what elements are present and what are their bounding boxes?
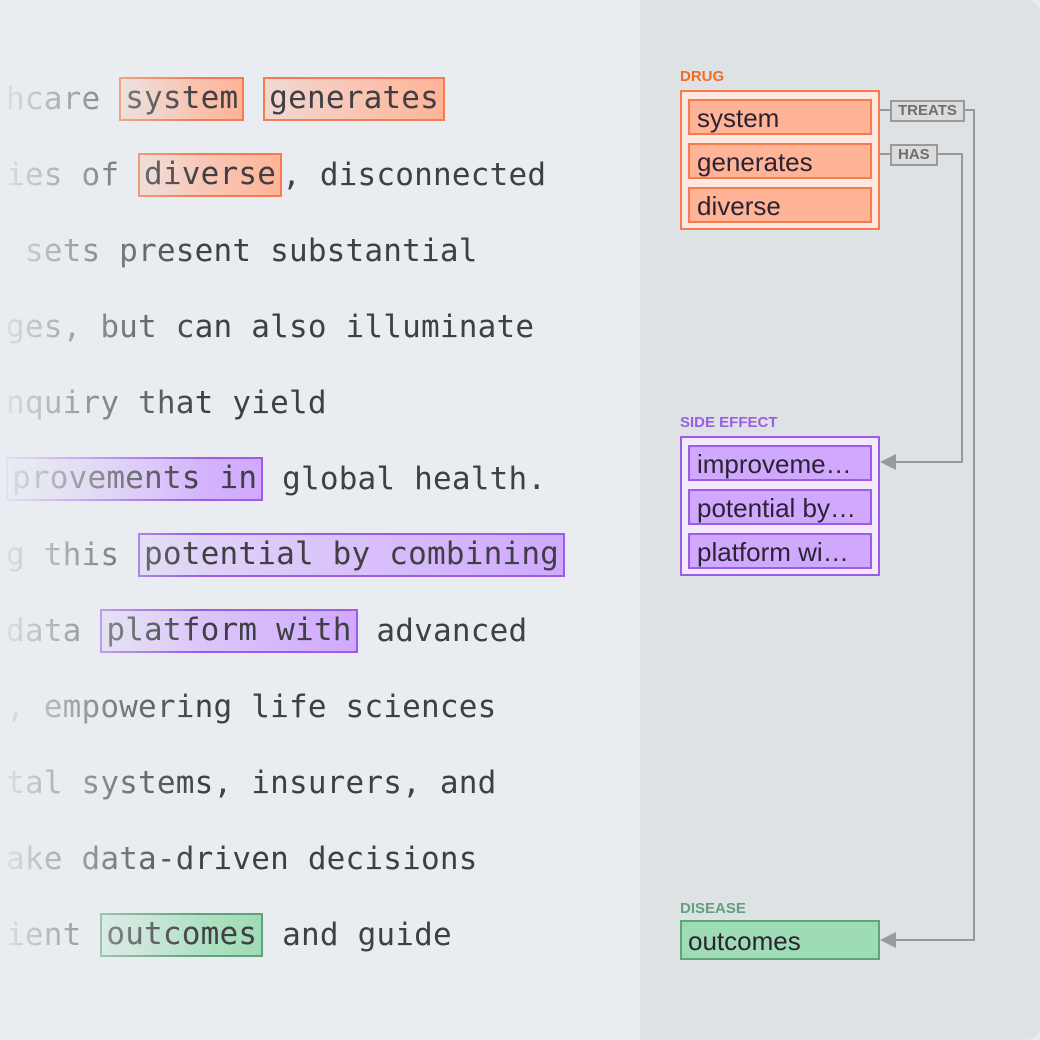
relation-connectors [880,109,975,948]
text-span [244,77,263,121]
text-line: , empowering life sciences [6,685,496,729]
text-span: ies of [6,157,139,193]
text-span: global health. [263,461,547,497]
treats-connector-route [886,109,975,941]
relation-label-treats[interactable]: TREATS [890,100,965,122]
text-span: advanced [357,613,528,649]
text-span: g this [6,537,139,573]
text-span: hcare [6,81,120,117]
annotation-view: hcare system generates ies of diverse, di… [0,0,1040,1040]
text-line: ake data-driven decisions [6,837,478,881]
text-span: and guide [263,917,452,953]
text-span: ake data-driven decisions [6,841,478,877]
text-line: nquiry that yield [6,381,327,425]
text-span: sets present substantial [6,233,478,269]
entity-highlight-drug[interactable]: generates [263,77,446,121]
text-span: ges, but can also illuminate [6,309,535,345]
entity-highlight-side-effect[interactable]: provements in [6,457,264,501]
text-span: nquiry that yield [6,385,327,421]
text-span: , disconnected [282,157,547,193]
entity-highlight-drug[interactable]: diverse [138,153,283,197]
has-connector-route [886,153,963,463]
entity-highlight-drug[interactable]: system [119,77,245,121]
treats-arrowhead [880,932,896,948]
text-line: provements in global health. [6,457,546,501]
text-line: g this potential by combining [6,533,566,577]
text-line: sets present substantial [6,229,478,273]
entity-highlight-side-effect[interactable]: potential by combining [138,533,566,577]
has-arrowhead [880,454,896,470]
entity-graph-panel: DRUG system generates diverse SIDE EFFEC… [640,0,1040,1040]
entity-highlight-disease[interactable]: outcomes [100,913,264,957]
text-line: data platform with advanced [6,609,527,653]
entity-highlight-side-effect[interactable]: platform with [100,609,358,653]
text-span: , empowering life sciences [6,689,497,725]
text-line: hcare system generates [6,77,446,121]
source-text-panel: hcare system generates ies of diverse, di… [0,0,640,1040]
text-line: tal systems, insurers, and [6,761,496,805]
text-span: tal systems, insurers, and [6,765,497,801]
text-line: ges, but can also illuminate [6,305,534,349]
text-line: ies of diverse, disconnected [6,153,546,197]
relation-label-has[interactable]: HAS [890,144,938,166]
text-span: ient [6,917,101,953]
text-span: data [6,613,101,649]
text-line: ient outcomes and guide [6,913,452,957]
